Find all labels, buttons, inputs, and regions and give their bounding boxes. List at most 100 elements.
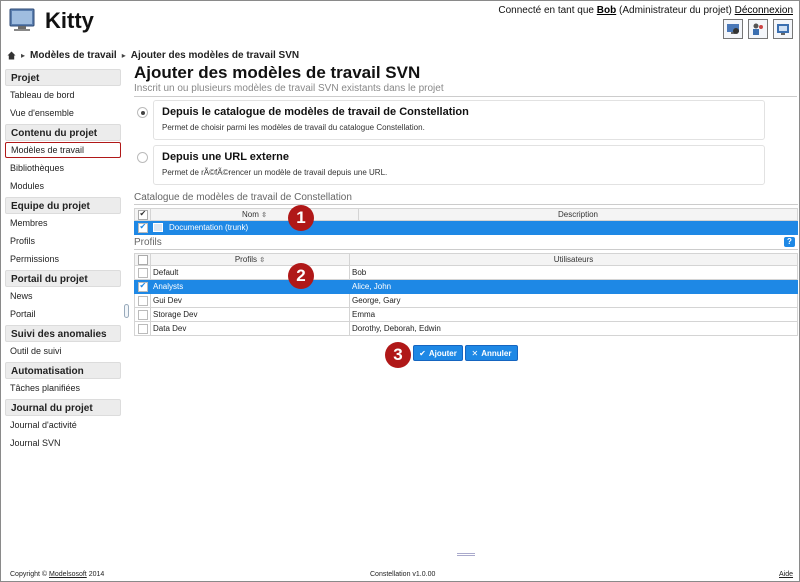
user-info: Connecté en tant que Bob (Administrateur… — [498, 5, 793, 16]
header-toolbar — [723, 19, 793, 39]
sidebar-section-title[interactable]: Equipe du projet — [5, 197, 121, 214]
help-link[interactable]: Aide — [779, 571, 793, 578]
breadcrumb-separator-icon: ▸ — [121, 51, 126, 60]
home-icon[interactable] — [7, 51, 16, 60]
sidebar-item-overview[interactable]: Vue d'ensemble — [5, 104, 121, 122]
step-marker-2: 2 — [288, 263, 314, 289]
row-checkbox[interactable] — [137, 309, 148, 320]
users-button[interactable] — [748, 19, 768, 39]
row-checkbox[interactable] — [137, 295, 148, 306]
resize-grip[interactable] — [457, 553, 475, 556]
copyright: Copyright © Modelsosoft 2014 — [10, 571, 105, 578]
sidebar-item-modules[interactable]: Modules — [5, 177, 121, 195]
monitor-icon — [9, 8, 35, 31]
profile-cell: Gui Dev — [150, 293, 350, 308]
column-header-users[interactable]: Utilisateurs — [349, 253, 798, 266]
radio-catalog[interactable] — [137, 107, 148, 118]
user-prefix: Connecté en tant que — [498, 5, 594, 16]
table-row[interactable]: Documentation (trunk) — [134, 220, 798, 235]
breadcrumb-separator-icon: ▸ — [21, 51, 26, 60]
sidebar-item-members[interactable]: Membres — [5, 214, 121, 232]
sidebar-item-dashboard[interactable]: Tableau de bord — [5, 86, 121, 104]
breadcrumb-item: Ajouter des modèles de travail SVN — [130, 50, 300, 61]
sidebar-item-libraries[interactable]: Bibliothèques — [5, 159, 121, 177]
select-all-cell[interactable] — [134, 208, 151, 221]
template-name: Documentation (trunk) — [169, 222, 249, 232]
admin-button[interactable] — [723, 19, 743, 39]
sidebar-section-title[interactable]: Projet — [5, 69, 121, 86]
sidebar-item-work-models[interactable]: Modèles de travail — [5, 142, 121, 158]
select-all-checkbox[interactable] — [137, 209, 148, 220]
sidebar-section-title[interactable]: Contenu du projet — [5, 124, 121, 141]
sidebar-item-news[interactable]: News — [5, 287, 121, 305]
sidebar-item-profiles[interactable]: Profils — [5, 232, 121, 250]
sidebar-section-title[interactable]: Portail du projet — [5, 270, 121, 287]
page-title: Ajouter des modèles de travail SVN — [134, 63, 421, 82]
sidebar-item-tracker[interactable]: Outil de suivi — [5, 342, 121, 360]
option-catalog[interactable]: Depuis le catalogue de modèles de travai… — [137, 100, 765, 140]
sidebar-section-title[interactable]: Journal du projet — [5, 399, 121, 416]
admin-icon — [727, 24, 739, 34]
option-external-url[interactable]: Depuis une URL externe Permet de rÃ©fÃ©r… — [137, 145, 765, 185]
sidebar-item-scheduled-tasks[interactable]: Tâches planifiées — [5, 379, 121, 397]
check-icon: ✔ — [419, 348, 426, 358]
column-header-profiles[interactable]: Profils ⇳ — [150, 253, 350, 266]
sidebar-item-activity-log[interactable]: Journal d'activité — [5, 416, 121, 434]
main-content: Ajouter des modèles de travail SVN Inscr… — [134, 63, 798, 97]
radio-external-url[interactable] — [137, 152, 148, 163]
option-description: Permet de choisir parmi les modèles de t… — [162, 123, 425, 132]
step-marker-1: 1 — [288, 205, 314, 231]
user-role: (Administrateur du projet) — [619, 5, 732, 16]
cancel-button[interactable]: ✕ Annuler — [465, 345, 518, 361]
sidebar-section-title[interactable]: Automatisation — [5, 362, 121, 379]
sidebar-item-svn-log[interactable]: Journal SVN — [5, 434, 121, 452]
table-row[interactable]: Analysts Alice, John — [134, 279, 798, 294]
sidebar-collapse-handle[interactable] — [124, 304, 129, 318]
row-checkbox[interactable] — [137, 267, 148, 278]
profile-cell: Default — [150, 265, 350, 280]
option-title: Depuis le catalogue de modèles de travai… — [162, 106, 469, 118]
step-marker-3: 3 — [385, 342, 411, 368]
help-icon[interactable]: ? — [784, 237, 795, 247]
table-row[interactable]: Default Bob — [134, 265, 798, 280]
add-button[interactable]: ✔ Ajouter — [413, 345, 463, 361]
select-all-checkbox[interactable] — [137, 254, 148, 265]
profiles-table: Profils ⇳ Utilisateurs Default Bob Analy… — [134, 253, 798, 336]
users-cell: Bob — [349, 265, 798, 280]
sidebar-item-portal[interactable]: Portail — [5, 305, 121, 323]
settings-icon — [777, 24, 789, 35]
version-text: Constellation v1.0.00 — [370, 571, 436, 578]
template-icon — [153, 223, 163, 233]
settings-button[interactable] — [773, 19, 793, 39]
sort-icon: ⇳ — [259, 257, 266, 264]
users-cell: Alice, John — [349, 279, 798, 294]
sort-icon: ⇳ — [261, 212, 267, 219]
select-all-cell[interactable] — [134, 253, 151, 266]
sidebar-section-title[interactable]: Suivi des anomalies — [5, 325, 121, 342]
table-row[interactable]: Data Dev Dorothy, Deborah, Edwin — [134, 321, 798, 336]
catalog-table: Nom ⇳ Description Documentation (trunk) — [134, 208, 798, 235]
catalog-group-title: Catalogue de modèles de travail de Const… — [134, 192, 798, 205]
close-icon: ✕ — [471, 348, 479, 358]
users-cell: George, Gary — [349, 293, 798, 308]
option-title: Depuis une URL externe — [162, 151, 289, 163]
column-header-description[interactable]: Description — [358, 208, 798, 221]
page-subtitle: Inscrit un ou plusieurs modèles de trava… — [134, 83, 797, 97]
users-cell: Dorothy, Deborah, Edwin — [349, 321, 798, 336]
sidebar-item-permissions[interactable]: Permissions — [5, 250, 121, 268]
users-cell: Emma — [349, 307, 798, 322]
logout-link[interactable]: Déconnexion — [735, 5, 793, 16]
row-checkbox[interactable] — [137, 222, 148, 233]
option-description: Permet de rÃ©fÃ©rencer un modèle de trav… — [162, 168, 388, 177]
app-title: Kitty — [45, 8, 94, 33]
column-header-name[interactable]: Nom ⇳ — [150, 208, 359, 221]
table-row[interactable]: Storage Dev Emma — [134, 307, 798, 322]
table-row[interactable]: Gui Dev George, Gary — [134, 293, 798, 308]
company-link[interactable]: Modelsosoft — [49, 571, 87, 578]
row-checkbox[interactable] — [137, 281, 148, 292]
breadcrumb-item[interactable]: Modèles de travail — [30, 50, 117, 61]
users-icon — [753, 23, 763, 35]
row-checkbox[interactable] — [137, 323, 148, 334]
profile-cell: Storage Dev — [150, 307, 350, 322]
user-name-link[interactable]: Bob — [597, 5, 616, 16]
